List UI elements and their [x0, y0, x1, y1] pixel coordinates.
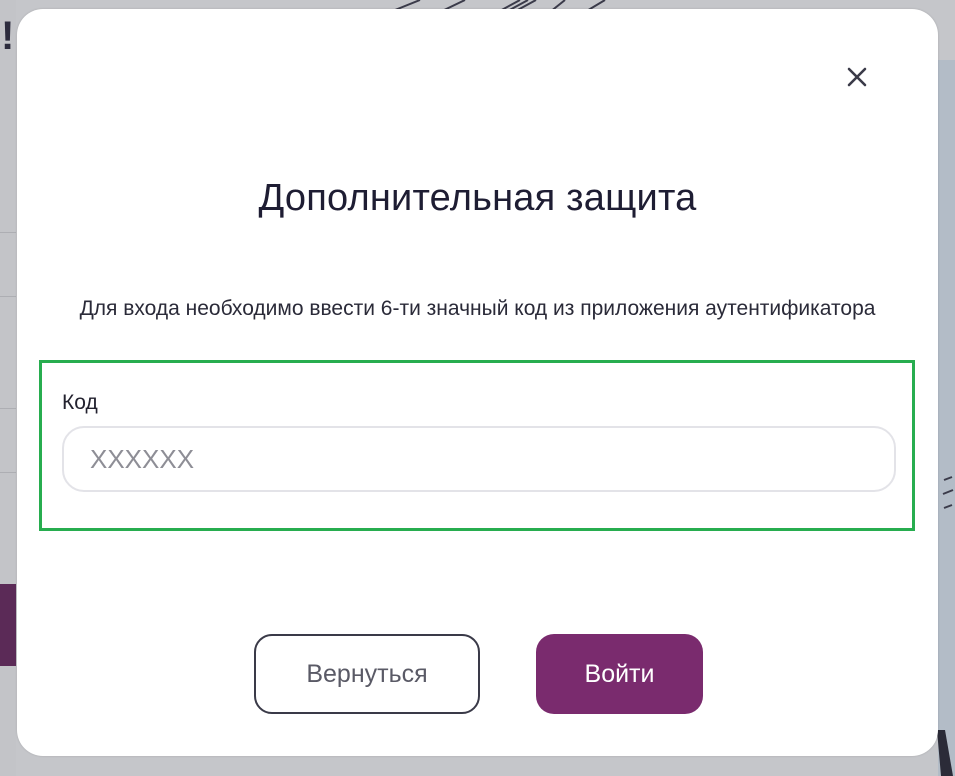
close-button[interactable] — [843, 63, 871, 91]
login-button[interactable]: Войти — [536, 634, 703, 714]
code-input[interactable] — [62, 426, 896, 492]
background-divider — [0, 408, 16, 409]
back-button[interactable]: Вернуться — [254, 634, 480, 714]
background-divider — [0, 296, 16, 297]
background-illustration — [942, 476, 954, 509]
close-icon — [847, 67, 867, 87]
background-right-panel — [938, 60, 955, 776]
background-divider — [0, 232, 16, 233]
background-heading-fragment: ! — [1, 14, 15, 58]
background-divider — [0, 472, 16, 473]
code-label: Код — [62, 391, 98, 414]
dialog-description: Для входа необходимо ввести 6-ти значный… — [79, 297, 876, 320]
dialog-title: Дополнительная защита — [258, 177, 697, 219]
two-factor-dialog: Дополнительная защита Для входа необходи… — [17, 9, 938, 756]
code-field-group: Код — [39, 360, 915, 531]
background-button-fragment — [0, 584, 16, 666]
